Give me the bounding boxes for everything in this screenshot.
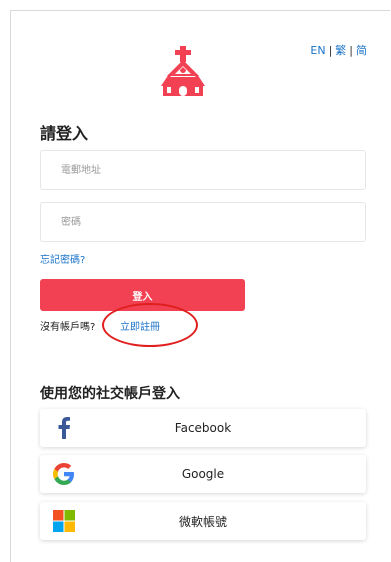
login-button[interactable]: 登入 (40, 279, 245, 311)
facebook-login-button[interactable]: Facebook (40, 409, 366, 447)
language-switcher: EN | 繁 | 简 (310, 42, 367, 58)
church-logo-icon (161, 46, 205, 96)
google-login-button[interactable]: Google (40, 455, 366, 493)
lang-en-link[interactable]: EN (310, 44, 325, 57)
register-link[interactable]: 立即註冊 (120, 318, 160, 333)
microsoft-label: 微軟帳號 (178, 514, 227, 529)
password-field[interactable] (40, 202, 366, 242)
login-heading: 請登入 (40, 124, 89, 143)
social-login-heading: 使用您的社交帳戶登入 (40, 386, 180, 402)
lang-separator: | (328, 43, 333, 57)
lang-separator: | (349, 43, 353, 57)
facebook-label: Facebook (174, 421, 232, 435)
microsoft-login-button[interactable]: 微軟帳號 (40, 502, 366, 540)
lang-simplified-link[interactable]: 简 (356, 42, 367, 58)
microsoft-icon (52, 509, 76, 533)
lang-traditional-link[interactable]: 繁 (335, 42, 346, 58)
google-label: Google (181, 467, 225, 481)
email-field[interactable] (40, 150, 366, 190)
no-account-text: 沒有帳戶嗎? (40, 322, 96, 333)
facebook-icon (52, 416, 76, 440)
forgot-password-link[interactable]: 忘記密碼? (40, 251, 85, 266)
google-icon (52, 462, 76, 486)
